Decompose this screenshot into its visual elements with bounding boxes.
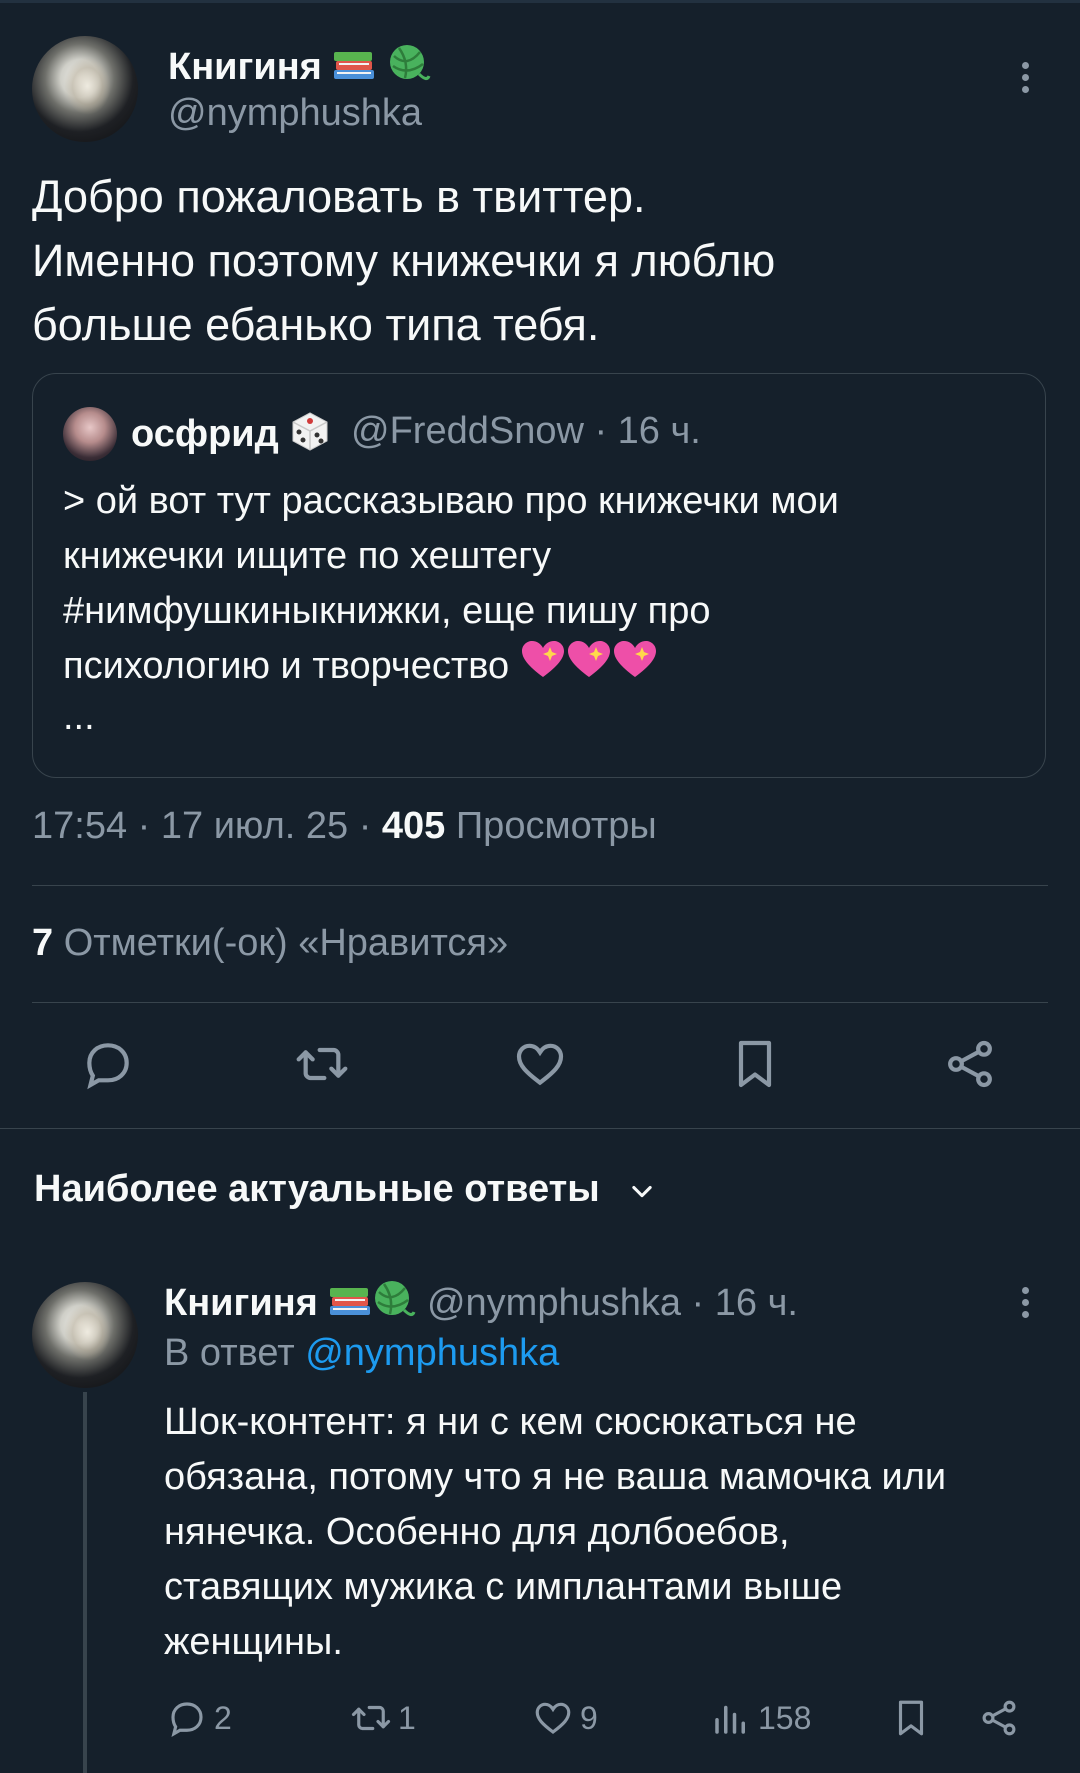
- quoted-text-line: психологию и творчество: [63, 645, 510, 688]
- reply-author-handle[interactable]: @nymphushka · 16 ч.: [427, 1282, 798, 1324]
- views-count: 405: [381, 805, 446, 847]
- share-icon[interactable]: [942, 1036, 998, 1092]
- bookmark-icon: [898, 1700, 924, 1736]
- reply-author-avatar[interactable]: [32, 1282, 138, 1388]
- author-name[interactable]: Книгиня: [168, 46, 322, 88]
- reply-icon[interactable]: [80, 1036, 136, 1092]
- yarn-emoji-icon: [387, 42, 431, 96]
- quoted-text-line: > ой вот тут рассказываю про книжечки мо…: [63, 480, 839, 522]
- divider: [32, 885, 1048, 886]
- reply-views-button[interactable]: 158: [710, 1695, 811, 1741]
- quoted-author-name: осфрид: [131, 413, 279, 456]
- sparkling-heart-icon: [520, 639, 566, 697]
- likes-count: 7: [32, 922, 54, 964]
- sparkling-heart-icon: [612, 639, 658, 697]
- retweet-icon: [351, 1705, 391, 1731]
- tweet-text: Добро пожаловать в твиттер. Именно поэто…: [32, 165, 1042, 357]
- dice-emoji-icon: [289, 410, 331, 462]
- reply-replies-count: 2: [214, 1699, 232, 1736]
- reply-like-button[interactable]: 9: [532, 1695, 598, 1741]
- reply-views-count: 158: [758, 1699, 812, 1736]
- like-icon[interactable]: [512, 1036, 568, 1092]
- books-emoji-icon: [332, 44, 376, 94]
- quoted-text-line-with-emojis: психологию и творчество: [63, 639, 1023, 697]
- replies-sort-dropdown[interactable]: Наиболее актуальные ответы: [34, 1168, 656, 1211]
- quoted-author-handle: @FreddSnow · 16 ч.: [351, 410, 701, 452]
- bookmark-icon[interactable]: [727, 1036, 783, 1092]
- reply-author-name[interactable]: Книгиня: [164, 1282, 318, 1324]
- tweet-timestamp[interactable]: 17:54 · 17 июл. 25 ·: [32, 805, 382, 847]
- reply-more-options-icon[interactable]: [1022, 1287, 1030, 1323]
- reply-to-line: В ответ @nymphushka: [164, 1332, 559, 1375]
- more-options-icon[interactable]: [1022, 62, 1030, 98]
- reply-text-line: Шок-контент: я ни с кем сюсюкаться не: [164, 1401, 857, 1443]
- reply-reply-button[interactable]: 2: [166, 1695, 232, 1741]
- replies-sort-label[interactable]: Наиболее актуальные ответы: [34, 1168, 600, 1210]
- reply-text-line: женщины.: [164, 1621, 343, 1663]
- reply-icon: [171, 1702, 203, 1737]
- quoted-tweet-text: > ой вот тут рассказываю про книжечки мо…: [63, 474, 1023, 737]
- thread-line: [83, 1392, 87, 1773]
- quoted-author-name-row: осфрид: [131, 410, 331, 462]
- author-handle[interactable]: @nymphushka: [168, 92, 422, 135]
- top-divider: [0, 0, 1080, 3]
- reply-text-line: нянечка. Особенно для долбоебов,: [164, 1511, 790, 1553]
- quoted-author-avatar: [63, 407, 117, 461]
- reply-share-button[interactable]: [978, 1695, 1026, 1741]
- reply-text-line: обязана, потому что я не ваша мамочка ил…: [164, 1456, 947, 1498]
- reply-header: Книгиня @nymphushka · 16 ч.: [164, 1278, 798, 1332]
- quoted-text-line: #нимфушкиныкнижки, еще пишу про: [63, 590, 711, 632]
- quoted-text-line: книжечки ищите по хештегу: [63, 535, 552, 577]
- views-icon: [715, 1705, 745, 1734]
- views-label: Просмотры: [445, 805, 657, 847]
- tweet-page: Книгиня @nymphushka Добро пожаловать в т…: [0, 0, 1080, 1773]
- reply-text-line: ставящих мужика с имплантами выше: [164, 1566, 843, 1608]
- reply-retweet-button[interactable]: 1: [350, 1695, 416, 1741]
- quoted-text-ellipsis: ...: [63, 696, 95, 738]
- reply-to-handle-link[interactable]: @nymphushka: [305, 1332, 559, 1374]
- tweet-text-line: Именно поэтому книжечки я люблю: [32, 235, 776, 286]
- reply-bookmark-button[interactable]: [890, 1695, 938, 1741]
- yarn-emoji-icon: [372, 1278, 416, 1332]
- quoted-tweet-card[interactable]: осфрид @FreddSnow · 16 ч. > ой вот тут р…: [32, 373, 1046, 778]
- reply-retweets-count: 1: [398, 1699, 416, 1736]
- like-icon: [535, 1702, 571, 1734]
- share-icon: [982, 1700, 1016, 1736]
- tweet-meta: 17:54 · 17 июл. 25 · 405 Просмотры: [32, 805, 657, 848]
- author-avatar[interactable]: [32, 36, 138, 142]
- tweet-text-line: больше ебанько типа тебя.: [32, 299, 600, 350]
- author-name-row[interactable]: Книгиня: [168, 42, 431, 96]
- divider: [32, 1002, 1048, 1003]
- books-emoji-icon: [328, 1280, 372, 1330]
- retweet-icon[interactable]: [294, 1036, 350, 1092]
- reply-to-label: В ответ: [164, 1332, 306, 1374]
- reply-likes-count: 9: [580, 1699, 598, 1736]
- tweet-text-line: Добро пожаловать в твиттер.: [32, 171, 646, 222]
- section-divider: [0, 1128, 1080, 1129]
- reply-text: Шок-контент: я ни с кем сюсюкаться не об…: [164, 1395, 1044, 1670]
- likes-label: Отметки(-ок) «Нравится»: [53, 922, 509, 964]
- chevron-down-icon: [632, 1185, 652, 1198]
- sparkling-heart-icon: [566, 639, 612, 697]
- likes-summary[interactable]: 7 Отметки(-ок) «Нравится»: [32, 922, 508, 965]
